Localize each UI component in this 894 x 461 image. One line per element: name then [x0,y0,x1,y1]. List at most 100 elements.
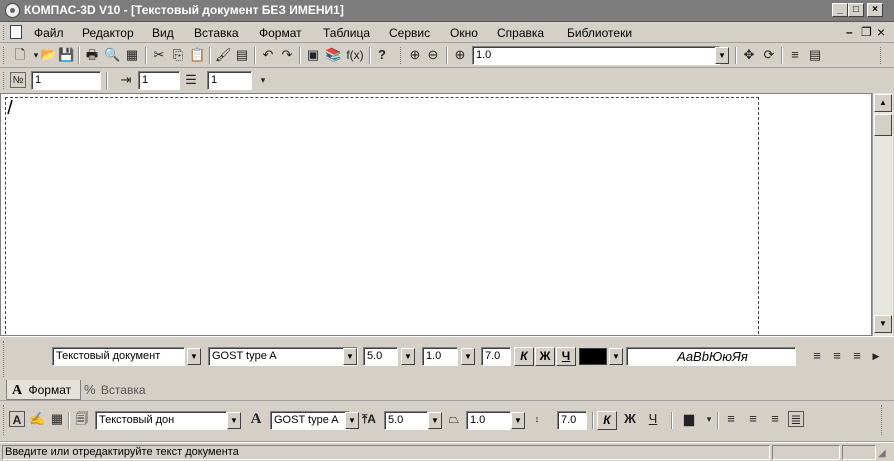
font-dropdown-button[interactable]: ▼ [343,348,357,365]
bottom-size-select[interactable]: 5.0 [384,411,428,430]
bottom-underline-button[interactable]: Ч [645,411,661,427]
maximize-button[interactable]: □ [848,3,864,17]
bottom-align-left-icon[interactable]: ≡ [723,411,739,427]
variables-fx-icon[interactable]: f(x) [344,47,366,63]
scroll-down-button[interactable]: ▼ [874,315,892,333]
numbering-icon[interactable]: № [10,72,26,88]
toolbar-grip[interactable] [3,47,7,64]
font-select[interactable]: GOST type A [208,347,358,366]
size-dropdown-button[interactable]: ▼ [401,348,415,365]
mdi-minimize-button[interactable]: – [846,25,853,39]
bottom-font-select[interactable]: GOST type A [270,411,350,430]
menu-editor[interactable]: Редактор [82,26,134,40]
copy-icon[interactable]: ⎘ [170,47,186,63]
document-area[interactable] [0,93,872,336]
close-button[interactable]: × [867,3,883,17]
refresh-icon[interactable]: ⟳ [761,47,777,63]
menu-service[interactable]: Сервис [389,26,430,40]
menu-grip[interactable] [3,25,7,40]
zoom-in-icon[interactable]: ⊕ [407,47,423,63]
new-document-icon[interactable]: 🗋 [12,47,28,63]
redo-icon[interactable]: ↷ [279,47,295,63]
bottom-align-center-icon[interactable]: ≡ [745,411,761,427]
font-size-select[interactable]: 5.0 [363,347,398,366]
zoom-window-icon[interactable]: ⊕ [452,47,468,63]
zoom-out-icon[interactable]: ⊖ [425,47,441,63]
spacing-input[interactable]: 1 [207,71,252,90]
color-dropdown-button[interactable]: ▼ [609,348,623,365]
vertical-scrollbar[interactable]: ▲ ▼ [872,93,893,336]
text-color-icon[interactable]: ▆ [681,411,697,427]
menu-table[interactable]: Таблица [323,26,370,40]
properties-icon[interactable]: ▤ [234,47,250,63]
bottom-align-justify-icon[interactable]: ≣ [788,411,804,427]
bottom-style-dropdown-button[interactable]: ▼ [227,412,241,429]
undo-icon[interactable]: ↶ [260,47,276,63]
menu-help[interactable]: Справка [497,26,544,40]
toolbar-options-icon[interactable]: ▾ [255,72,271,88]
align-right-icon[interactable]: ≡ [849,348,865,364]
text-entry-icon[interactable]: ✍ [29,411,45,427]
mdi-restore-button[interactable]: ❐ [861,25,872,39]
list-view-icon[interactable]: ≡ [787,47,803,63]
panel-more-icon[interactable]: ▶ [868,348,884,364]
bottom-style-select[interactable]: Текстовый дон [95,411,227,430]
title-bar[interactable]: КОМПАС-3D V10 - [Текстовый документ БЕЗ … [0,0,894,22]
format-painter-icon[interactable]: 🖌 [215,47,232,63]
toolbar-grip[interactable] [880,47,884,64]
text-frame-icon[interactable]: A [9,411,25,427]
align-center-icon[interactable]: ≡ [829,348,845,364]
minimize-button[interactable]: _ [832,3,848,17]
bottom-narrowing-dropdown-button[interactable]: ▼ [511,412,525,429]
mdi-close-button[interactable]: × [877,24,885,40]
tab-format[interactable]: A Формат [6,380,81,400]
text-color-swatch[interactable] [579,348,607,365]
text-color-dropdown-icon[interactable]: ▾ [701,411,717,427]
bottom-bold-button[interactable]: Ж [622,411,638,427]
bottom-italic-button[interactable]: К [597,411,617,430]
bottom-font-dropdown-button[interactable]: ▼ [345,412,359,429]
menu-insert[interactable]: Вставка [194,26,239,40]
bottom-size-dropdown-button[interactable]: ▼ [428,412,442,429]
indent-input[interactable]: 1 [138,71,180,90]
toolbar-grip[interactable] [400,47,404,64]
resize-grip-icon[interactable]: ◢ [878,447,892,460]
line-spacing-icon[interactable]: ☰ [183,72,199,88]
bottom-step-input[interactable]: 7.0 [557,411,587,430]
pan-icon[interactable]: ✥ [741,47,757,63]
print-icon[interactable]: 🖶 [84,47,100,63]
panel-grip[interactable] [3,341,7,377]
open-folder-icon[interactable]: 📂 [40,47,56,63]
scroll-thumb[interactable] [874,114,892,136]
paste-icon[interactable]: 📋 [189,47,205,63]
style-dropdown-button[interactable]: ▼ [187,348,201,365]
app-logo-icon[interactable] [5,3,20,18]
scroll-up-button[interactable]: ▲ [874,94,892,112]
menu-file[interactable]: Файл [34,26,64,40]
menu-libraries[interactable]: Библиотеки [567,26,632,40]
step-input[interactable]: 7.0 [481,347,511,366]
menu-window[interactable]: Окно [450,26,478,40]
bottom-narrowing-select[interactable]: 1.0 [466,411,511,430]
toolbar-grip[interactable] [3,405,7,435]
save-icon[interactable]: 💾 [58,47,74,63]
context-help-icon[interactable]: ? [374,47,390,63]
menu-view[interactable]: Вид [152,26,174,40]
underline-button[interactable]: Ч [556,347,576,366]
style-select[interactable]: Текстовый документ [52,347,185,366]
indent-icon[interactable]: ⇥ [118,72,134,88]
page-setup-icon[interactable]: ▦ [124,47,140,63]
document-icon[interactable] [10,25,22,39]
zoom-dropdown-button[interactable]: ▼ [715,47,729,64]
narrowing-dropdown-button[interactable]: ▼ [461,348,475,365]
print-preview-icon[interactable]: 🔍 [104,47,120,63]
zoom-input[interactable]: 1.0 [472,46,720,65]
bold-button[interactable]: Ж [535,347,555,366]
narrowing-select[interactable]: 1.0 [422,347,458,366]
table-insert-icon[interactable]: ▦ [49,411,65,427]
manager-icon[interactable]: ▣ [305,47,321,63]
cut-icon[interactable]: ✂ [151,47,167,63]
number-input[interactable]: 1 [31,71,101,90]
toolbar-grip[interactable] [3,72,7,89]
page-view-icon[interactable]: ▤ [807,47,823,63]
